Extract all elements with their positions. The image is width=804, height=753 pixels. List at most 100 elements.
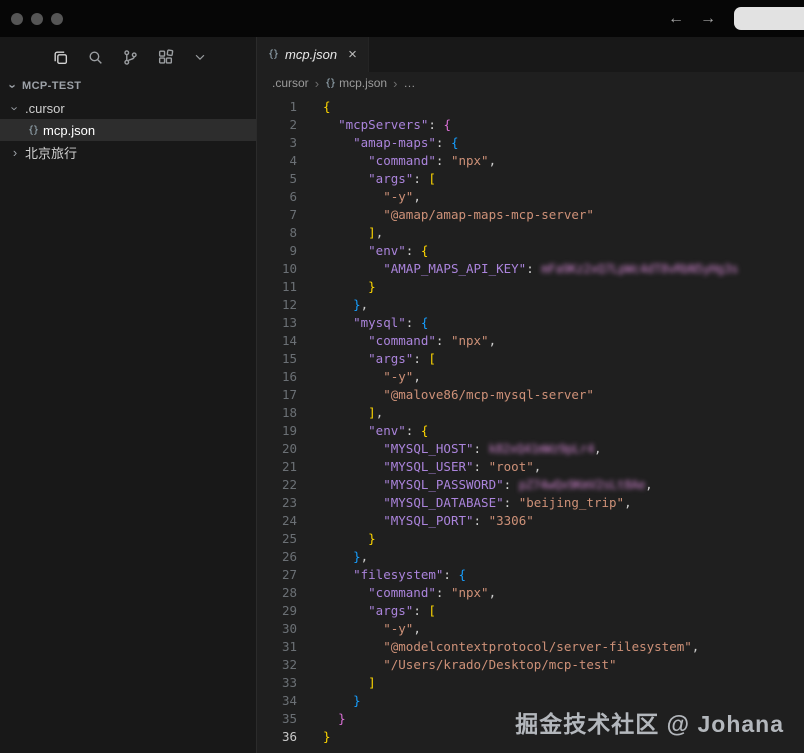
line-number: 19 bbox=[257, 422, 297, 440]
code-line[interactable]: 27 "filesystem": { bbox=[257, 566, 804, 584]
code-line[interactable]: 8 ], bbox=[257, 224, 804, 242]
breadcrumb-item[interactable]: {}mcp.json bbox=[325, 76, 387, 90]
code-line[interactable]: 22 "MYSQL_PASSWORD": pZ74wQx9KmV2sLt8Ae, bbox=[257, 476, 804, 494]
json-file-icon: {} bbox=[268, 49, 278, 60]
code-line[interactable]: 4 "command": "npx", bbox=[257, 152, 804, 170]
code-text: } bbox=[323, 278, 376, 296]
tree-item-beijing-folder[interactable]: ›北京旅行 bbox=[0, 141, 256, 163]
code-text: "MYSQL_HOST": k82xQ41mWz9pLr4, bbox=[323, 440, 602, 458]
forward-arrow-icon[interactable]: → bbox=[692, 11, 724, 27]
code-line[interactable]: 29 "args": [ bbox=[257, 602, 804, 620]
code-line[interactable]: 32 "/Users/krado/Desktop/mcp-test" bbox=[257, 656, 804, 674]
code-line[interactable]: 13 "mysql": { bbox=[257, 314, 804, 332]
code-line[interactable]: 5 "args": [ bbox=[257, 170, 804, 188]
code-line[interactable]: 19 "env": { bbox=[257, 422, 804, 440]
code-text: "args": [ bbox=[323, 170, 436, 188]
chevron-down-icon: › bbox=[7, 81, 20, 91]
code-line[interactable]: 20 "MYSQL_HOST": k82xQ41mWz9pLr4, bbox=[257, 440, 804, 458]
tree-item-cursor-folder[interactable]: ›.cursor bbox=[0, 97, 256, 119]
code-editor[interactable]: 1{2 "mcpServers": {3 "amap-maps": {4 "co… bbox=[257, 94, 804, 753]
code-line[interactable]: 16 "-y", bbox=[257, 368, 804, 386]
code-line[interactable]: 31 "@modelcontextprotocol/server-filesys… bbox=[257, 638, 804, 656]
zoom-button[interactable] bbox=[51, 13, 63, 25]
code-line[interactable]: 25 } bbox=[257, 530, 804, 548]
code-line[interactable]: 3 "amap-maps": { bbox=[257, 134, 804, 152]
code-text: "@malove86/mcp-mysql-server" bbox=[323, 386, 594, 404]
extensions-icon[interactable] bbox=[155, 47, 175, 67]
code-text: "command": "npx", bbox=[323, 332, 496, 350]
close-tab-icon[interactable]: × bbox=[348, 47, 357, 62]
line-number: 1 bbox=[257, 98, 297, 116]
line-number: 34 bbox=[257, 692, 297, 710]
minimize-button[interactable] bbox=[31, 13, 43, 25]
line-number: 20 bbox=[257, 440, 297, 458]
code-line[interactable]: 2 "mcpServers": { bbox=[257, 116, 804, 134]
breadcrumb: .cursor›{}mcp.json›… bbox=[257, 72, 804, 94]
code-text: }, bbox=[323, 296, 368, 314]
explorer-copy-icon[interactable] bbox=[50, 47, 70, 67]
tab-label: mcp.json bbox=[285, 47, 337, 62]
code-text: "MYSQL_DATABASE": "beijing_trip", bbox=[323, 494, 632, 512]
line-number: 24 bbox=[257, 512, 297, 530]
breadcrumb-item[interactable]: … bbox=[403, 76, 415, 90]
code-text: } bbox=[323, 728, 331, 746]
source-control-icon[interactable] bbox=[120, 47, 140, 67]
chevron-down-icon: › bbox=[9, 103, 22, 113]
titlebar: ← → bbox=[0, 0, 804, 37]
titlebar-search-box[interactable] bbox=[734, 7, 804, 30]
back-arrow-icon[interactable]: ← bbox=[660, 11, 692, 27]
code-line[interactable]: 17 "@malove86/mcp-mysql-server" bbox=[257, 386, 804, 404]
code-text: "amap-maps": { bbox=[323, 134, 459, 152]
code-line[interactable]: 28 "command": "npx", bbox=[257, 584, 804, 602]
code-text: ] bbox=[323, 674, 376, 692]
code-text: } bbox=[323, 692, 361, 710]
code-line[interactable]: 11 } bbox=[257, 278, 804, 296]
breadcrumb-separator-icon: › bbox=[393, 76, 397, 91]
code-line[interactable]: 26 }, bbox=[257, 548, 804, 566]
code-text: "-y", bbox=[323, 368, 421, 386]
code-line[interactable]: 30 "-y", bbox=[257, 620, 804, 638]
line-number: 21 bbox=[257, 458, 297, 476]
code-line[interactable]: 10 "AMAP_MAPS_API_KEY": mFa9Kz2xQ7LpWc4d… bbox=[257, 260, 804, 278]
code-lines: 1{2 "mcpServers": {3 "amap-maps": {4 "co… bbox=[257, 98, 804, 746]
line-number: 11 bbox=[257, 278, 297, 296]
code-text: { bbox=[323, 98, 331, 116]
close-button[interactable] bbox=[11, 13, 23, 25]
code-line[interactable]: 9 "env": { bbox=[257, 242, 804, 260]
tree-item-label: .cursor bbox=[25, 101, 65, 116]
line-number: 2 bbox=[257, 116, 297, 134]
code-text: ], bbox=[323, 224, 383, 242]
code-line[interactable]: 33 ] bbox=[257, 674, 804, 692]
line-number: 27 bbox=[257, 566, 297, 584]
code-line[interactable]: 23 "MYSQL_DATABASE": "beijing_trip", bbox=[257, 494, 804, 512]
tree-item-label: 北京旅行 bbox=[25, 143, 77, 162]
line-number: 31 bbox=[257, 638, 297, 656]
chevron-down-icon[interactable] bbox=[190, 47, 210, 67]
code-line[interactable]: 18 ], bbox=[257, 404, 804, 422]
code-line[interactable]: 12 }, bbox=[257, 296, 804, 314]
breadcrumb-item[interactable]: .cursor bbox=[272, 76, 309, 90]
search-icon[interactable] bbox=[85, 47, 105, 67]
line-number: 8 bbox=[257, 224, 297, 242]
json-file-icon: {} bbox=[325, 78, 335, 89]
code-line[interactable]: 15 "args": [ bbox=[257, 350, 804, 368]
code-line[interactable]: 21 "MYSQL_USER": "root", bbox=[257, 458, 804, 476]
line-number: 35 bbox=[257, 710, 297, 728]
line-number: 6 bbox=[257, 188, 297, 206]
code-line[interactable]: 6 "-y", bbox=[257, 188, 804, 206]
editor-column: {} mcp.json × .cursor›{}mcp.json›… 1{2 "… bbox=[257, 37, 804, 753]
line-number: 10 bbox=[257, 260, 297, 278]
code-text: "MYSQL_PORT": "3306" bbox=[323, 512, 534, 530]
code-text: "command": "npx", bbox=[323, 584, 496, 602]
explorer-section-header[interactable]: › MCP-TEST bbox=[0, 75, 256, 97]
code-text: "@modelcontextprotocol/server-filesystem… bbox=[323, 638, 699, 656]
code-text: "-y", bbox=[323, 188, 421, 206]
code-line[interactable]: 24 "MYSQL_PORT": "3306" bbox=[257, 512, 804, 530]
line-number: 9 bbox=[257, 242, 297, 260]
tree-item-mcp-json[interactable]: {}mcp.json bbox=[0, 119, 256, 141]
code-line[interactable]: 1{ bbox=[257, 98, 804, 116]
code-text: "command": "npx", bbox=[323, 152, 496, 170]
code-line[interactable]: 14 "command": "npx", bbox=[257, 332, 804, 350]
tab-mcp-json[interactable]: {} mcp.json × bbox=[257, 37, 369, 72]
code-line[interactable]: 7 "@amap/amap-maps-mcp-server" bbox=[257, 206, 804, 224]
